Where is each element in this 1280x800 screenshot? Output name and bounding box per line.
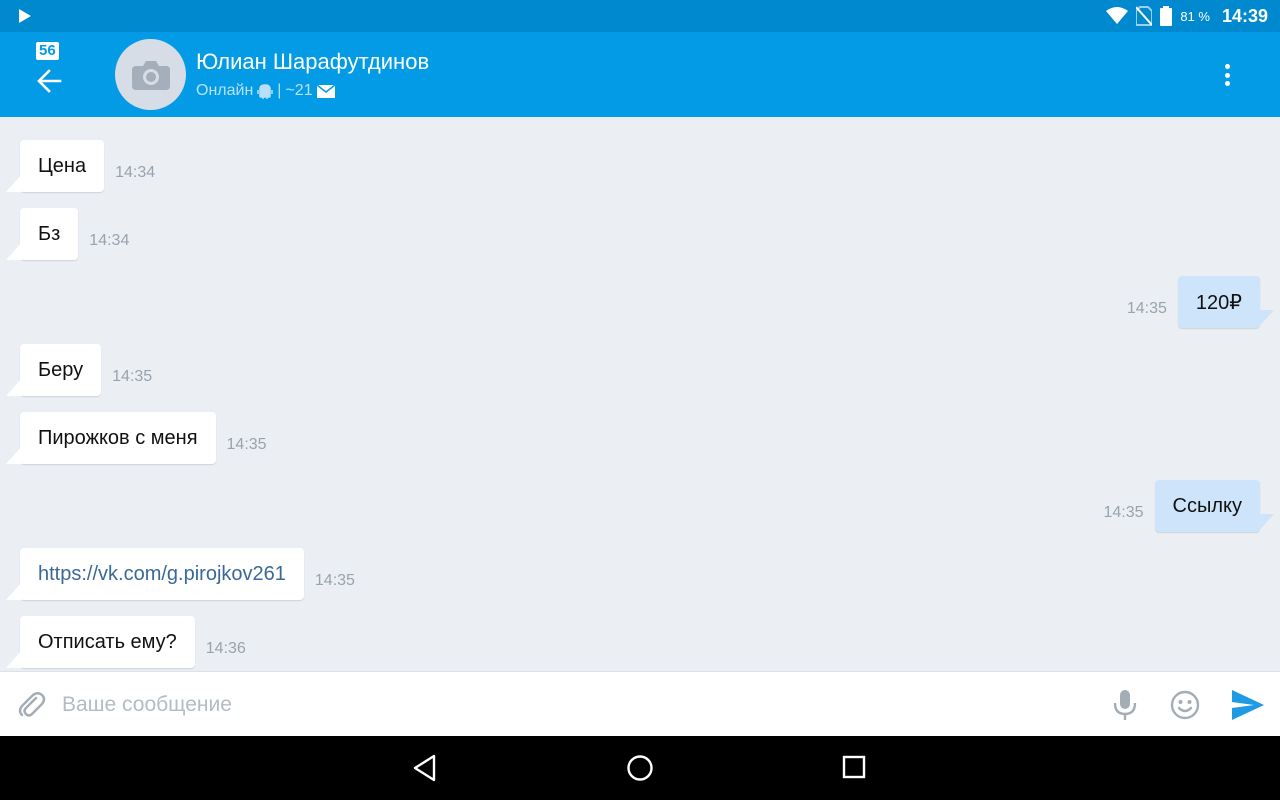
contact-name[interactable]: Юлиан Шарафутдинов [196,49,429,75]
smiley-icon[interactable] [1170,690,1200,720]
message-time: 14:35 [1126,300,1167,317]
message-list[interactable]: Цена 14:34 Бз 14:34 120₽ 14:35 Беру 14:3… [0,117,1280,671]
more-vert-icon [1224,64,1230,69]
message-input[interactable] [62,686,1062,724]
message-bubble[interactable]: Ссылку [1154,480,1260,532]
more-options-button[interactable] [1214,62,1240,88]
message-link[interactable]: https://vk.com/g.pirojkov261 [6,548,304,600]
more-vert-dot [1224,72,1230,78]
battery-icon [1160,6,1173,26]
avatar[interactable] [115,39,186,110]
chat-header: 56 Юлиан Шарафутдинов Онлайн | ~21 [0,32,1280,117]
message-item[interactable]: Пирожков с меня 14:35 [6,412,278,464]
status-separator: | [277,82,282,99]
send-icon[interactable] [1232,690,1264,720]
online-status: Онлайн [196,82,254,99]
wifi-icon [1106,7,1129,24]
system-nav-bar [0,736,1280,800]
composer-bar [0,671,1280,736]
battery-percent: 81 % [1180,8,1210,24]
message-item[interactable]: Отписать ему? 14:36 [6,616,257,668]
message-bubble[interactable]: Отписать ему? [6,616,195,668]
message-time: 14:34 [89,232,130,249]
more-vert-dot [1224,81,1230,86]
microphone-icon[interactable] [1112,690,1138,720]
message-time: 14:35 [1103,504,1144,521]
message-item[interactable]: Бз 14:34 [5,208,140,260]
no-sim-icon [1136,6,1153,26]
message-item[interactable]: Беру 14:35 [5,344,163,396]
message-count: ~21 [285,82,313,99]
play-icon [19,9,31,23]
contact-status: Онлайн | ~21 [196,82,335,100]
message-bubble[interactable]: Беру [5,344,102,396]
back-arrow-icon [37,69,62,93]
unread-badge: 56 [36,42,59,60]
message-item[interactable]: 120₽ 14:35 [1116,276,1260,328]
message-item[interactable]: https://vk.com/g.pirojkov261 14:35 [6,548,366,600]
back-button[interactable]: 56 [28,40,72,100]
message-time: 14:35 [314,572,355,589]
paperclip-icon[interactable] [16,690,46,720]
envelope-icon [316,84,335,98]
message-item[interactable]: Ссылку 14:35 [1092,480,1260,532]
status-time: 14:39 [1221,5,1268,26]
message-bubble[interactable]: Пирожков с меня [6,412,216,464]
status-bar: 81 % 14:39 [0,0,1280,32]
nav-back-icon[interactable] [412,754,438,782]
message-bubble[interactable]: Бз [5,208,79,260]
message-item[interactable]: Цена 14:34 [5,140,166,192]
message-time: 14:35 [112,368,153,385]
message-time: 14:36 [205,640,246,657]
android-icon [257,84,274,99]
nav-recent-icon[interactable] [842,755,866,779]
nav-home-icon[interactable] [626,754,654,782]
message-bubble[interactable]: 120₽ [1177,276,1260,328]
message-bubble[interactable]: Цена [5,140,105,192]
message-time: 14:35 [226,436,267,453]
message-time: 14:34 [115,164,156,181]
status-indicators: 81 % 14:39 [1106,0,1268,32]
camera-icon [131,60,170,90]
